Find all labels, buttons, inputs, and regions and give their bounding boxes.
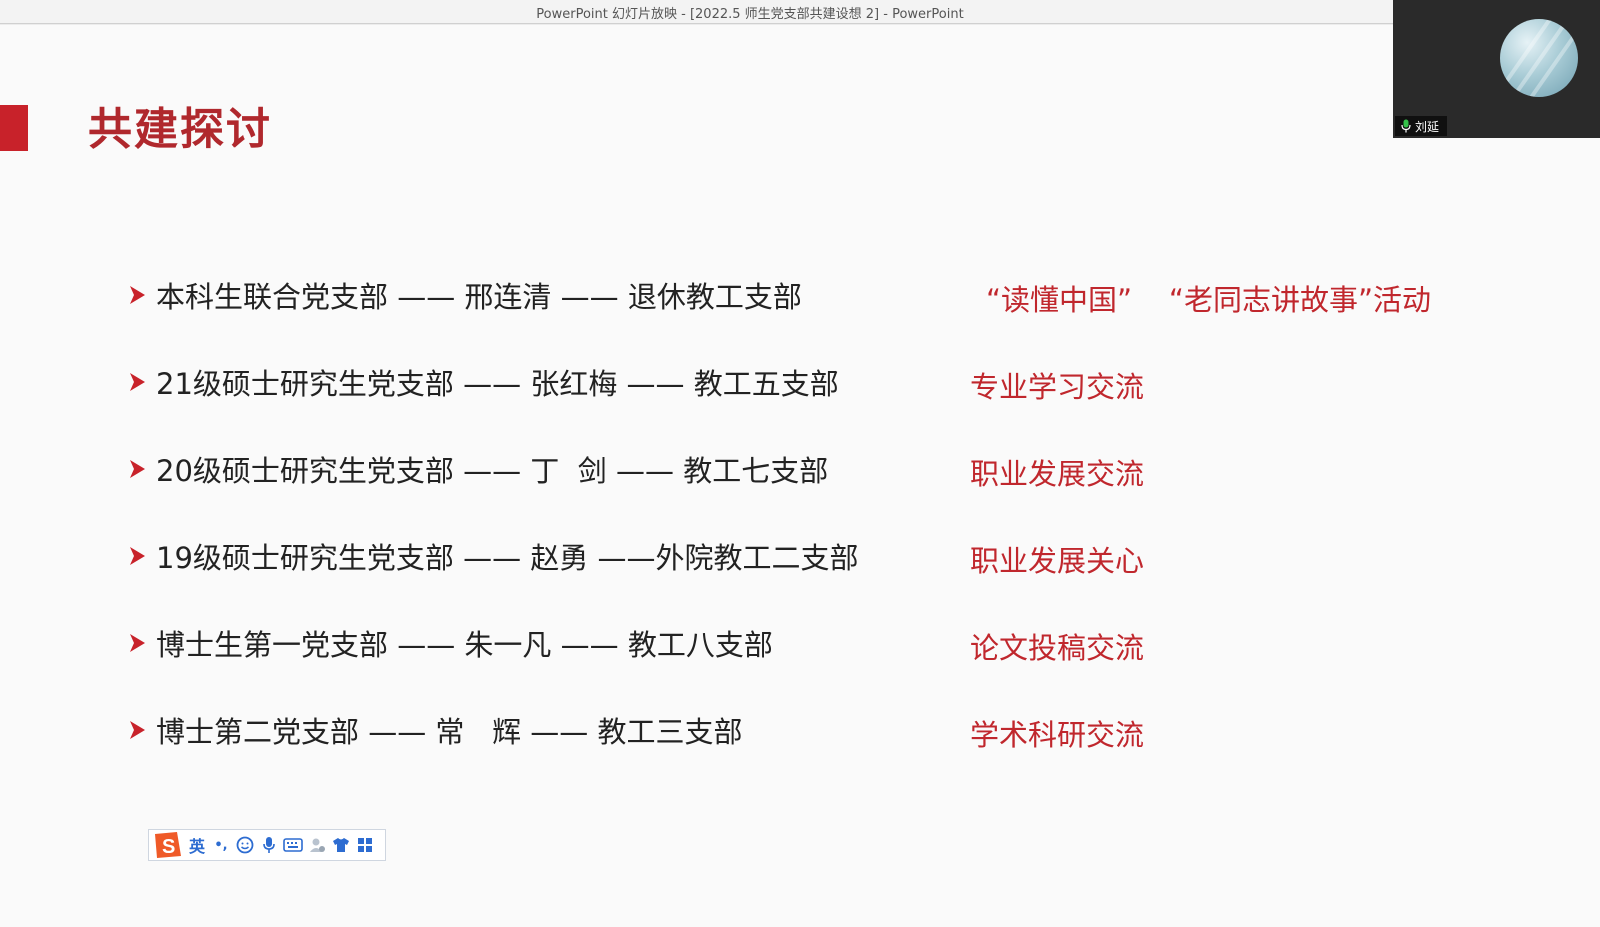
- bullet-text: 博士第二党支部 —— 常 辉 —— 教工三支部: [156, 715, 743, 749]
- emoji-icon[interactable]: [233, 833, 257, 857]
- bullet-row: 博士生第一党支部 —— 朱一凡 —— 教工八支部: [128, 623, 773, 663]
- bullet-text: 20级硕士研究生党支部 —— 丁 剑 —— 教工七支部: [156, 454, 829, 488]
- bullet-text: 21级硕士研究生党支部 —— 张红梅 —— 教工五支部: [156, 367, 839, 401]
- slide: 共建探讨 本科生联合党支部 —— 邢连清 —— 退休教工支部 “读懂中国” “老同…: [0, 25, 1600, 927]
- bullet-arrow-icon: [130, 286, 145, 304]
- title-accent-block: [0, 105, 28, 151]
- slide-title: 共建探讨: [88, 104, 272, 155]
- punctuation-toggle[interactable]: •,: [209, 833, 233, 857]
- bullet-arrow-icon: [130, 373, 145, 391]
- microphone-icon: [1401, 119, 1411, 133]
- svg-text:S: S: [162, 836, 175, 858]
- bullet-note: 论文投稿交流: [970, 631, 1145, 665]
- bullet-note: 专业学习交流: [970, 370, 1145, 404]
- keyboard-icon[interactable]: [281, 833, 305, 857]
- user-icon[interactable]: [305, 833, 329, 857]
- bullet-arrow-icon: [130, 721, 145, 739]
- bullet-note: 职业发展关心: [970, 544, 1145, 578]
- bullet-note: 职业发展交流: [970, 457, 1145, 491]
- bullet-row: 博士第二党支部 —— 常 辉 —— 教工三支部: [128, 710, 743, 750]
- input-mode-toggle[interactable]: 英: [185, 833, 209, 857]
- voice-icon[interactable]: [257, 833, 281, 857]
- bullet-row: 20级硕士研究生党支部 —— 丁 剑 —— 教工七支部: [128, 449, 828, 489]
- window-titlebar: PowerPoint 幻灯片放映 - [2022.5 师生党支部共建设想 2] …: [0, 0, 1600, 24]
- participant-name-tag: 刘延: [1395, 116, 1448, 136]
- sogou-logo-icon[interactable]: S: [151, 830, 185, 860]
- participant-name: 刘延: [1415, 119, 1440, 134]
- bullet-text: 博士生第一党支部 —— 朱一凡 —— 教工八支部: [156, 628, 773, 662]
- bullet-note: “读懂中国” “老同志讲故事”活动: [986, 283, 1431, 317]
- bullet-arrow-icon: [130, 547, 145, 565]
- participant-avatar: [1500, 19, 1578, 97]
- bullet-row: 本科生联合党支部 —— 邢连清 —— 退休教工支部: [128, 275, 802, 315]
- bullet-row: 21级硕士研究生党支部 —— 张红梅 —— 教工五支部: [128, 362, 839, 402]
- skin-icon[interactable]: [329, 833, 353, 857]
- toolbox-icon[interactable]: [353, 833, 377, 857]
- bullet-text: 本科生联合党支部 —— 邢连清 —— 退休教工支部: [156, 280, 802, 314]
- ime-toolbar[interactable]: S 英 •,: [148, 829, 386, 861]
- bullet-arrow-icon: [130, 634, 145, 652]
- window-title: PowerPoint 幻灯片放映 - [2022.5 师生党支部共建设想 2] …: [536, 7, 964, 22]
- bullet-arrow-icon: [130, 460, 145, 478]
- bullet-row: 19级硕士研究生党支部 —— 赵勇 ——外院教工二支部: [128, 536, 859, 576]
- bullet-text: 19级硕士研究生党支部 —— 赵勇 ——外院教工二支部: [156, 541, 859, 575]
- bullet-note: 学术科研交流: [970, 718, 1145, 752]
- participant-video-tile[interactable]: 刘延: [1393, 0, 1600, 138]
